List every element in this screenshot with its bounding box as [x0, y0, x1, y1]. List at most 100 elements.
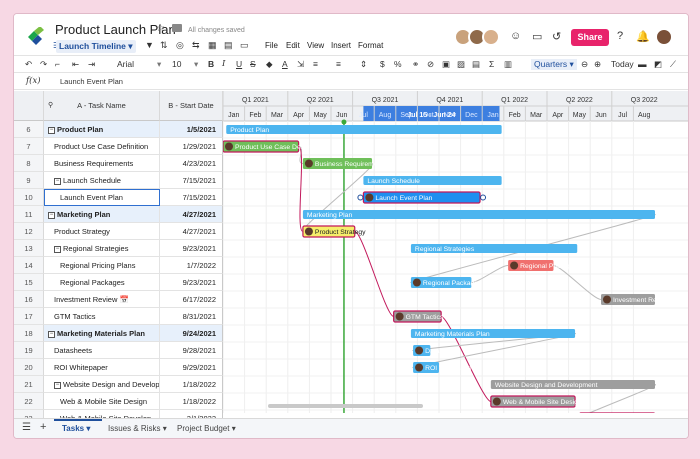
gantt-view-icon[interactable]: ▭	[240, 40, 249, 51]
favorite-star-icon[interactable]: ☆	[156, 23, 165, 34]
task-name-cell[interactable]: − Launch Schedule	[44, 172, 160, 189]
row-number[interactable]: 13	[14, 240, 44, 257]
share-button[interactable]: Share	[571, 29, 609, 46]
start-date-cell[interactable]: 9/23/2021	[160, 274, 223, 291]
row-number[interactable]: 9	[14, 172, 44, 189]
row-number[interactable]: 19	[14, 342, 44, 359]
horizontal-scrollbar[interactable]	[268, 404, 423, 408]
start-date-cell[interactable]: 7/15/2021	[160, 189, 223, 206]
task-name-cell[interactable]: Launch Event Plan	[44, 189, 160, 206]
font-family-select[interactable]: Arial	[117, 59, 134, 69]
column-header-task-name[interactable]: ⚲ A - Task Name	[44, 91, 160, 121]
row-number[interactable]: 12	[14, 223, 44, 240]
strikethrough-icon[interactable]: S	[250, 59, 256, 69]
bold-icon[interactable]: B	[208, 59, 214, 69]
row-number[interactable]: 18	[14, 325, 44, 342]
menu-file[interactable]: File	[265, 41, 278, 50]
fill-color-icon[interactable]: ◆	[266, 59, 273, 70]
italic-icon[interactable]: I	[222, 59, 225, 69]
bar-color-icon[interactable]: ▬	[638, 59, 647, 69]
row-number[interactable]: 14	[14, 257, 44, 274]
outdent-icon[interactable]: ⇥	[88, 59, 95, 70]
start-date-cell[interactable]: 4/27/2021	[160, 206, 223, 223]
task-name-cell[interactable]: Product Use Case Definition	[44, 138, 160, 155]
menu-edit[interactable]: Edit	[286, 41, 300, 50]
menu-insert[interactable]: Insert	[331, 41, 351, 50]
format-painter-icon[interactable]: ⌐	[55, 59, 60, 69]
wrap-text-icon[interactable]: ⇲	[297, 59, 304, 70]
start-date-cell[interactable]: 4/23/2021	[160, 155, 223, 172]
critical-path-icon[interactable]: ⟋	[670, 59, 676, 70]
row-number[interactable]: 15	[14, 274, 44, 291]
align-left-icon[interactable]: ≡	[313, 59, 318, 69]
sheet-list-icon[interactable]: ☰	[22, 422, 31, 433]
start-date-cell[interactable]: 4/27/2021	[160, 223, 223, 240]
start-date-cell[interactable]: 1/18/2022	[160, 376, 223, 393]
sigma-icon[interactable]: Σ	[489, 59, 494, 69]
currency-icon[interactable]: $	[380, 59, 385, 69]
collapse-icon[interactable]: −	[48, 211, 55, 219]
notifications-icon[interactable]: 🔔	[636, 30, 650, 43]
percent-icon[interactable]: %	[394, 59, 402, 69]
zoom-out-icon[interactable]: ⊖	[581, 59, 588, 70]
avatar[interactable]	[482, 28, 500, 46]
start-date-cell[interactable]: 1/7/2022	[160, 257, 223, 274]
task-name-cell[interactable]: Regional Packages	[44, 274, 160, 291]
bot-icon[interactable]: ☺	[510, 30, 521, 42]
indent-icon[interactable]: ⇤	[72, 59, 79, 70]
column-header-start-date[interactable]: B - Start Date	[160, 91, 223, 121]
tab-project-budget[interactable]: Project Budget ▾	[177, 424, 236, 433]
start-date-cell[interactable]: 1/29/2021	[160, 138, 223, 155]
collapse-icon[interactable]: −	[48, 126, 55, 134]
hide-icon[interactable]: ◎	[176, 40, 184, 51]
grid-view-icon[interactable]: ▦	[208, 40, 217, 51]
highlight-icon[interactable]: ▤	[472, 59, 480, 70]
start-date-cell[interactable]: 9/23/2021	[160, 240, 223, 257]
image-icon[interactable]: ▨	[457, 59, 465, 70]
comments-icon[interactable]: ▭	[532, 30, 542, 43]
attachment-icon[interactable]: ⊘	[427, 59, 434, 70]
view-selector[interactable]: Launch Timeline ▾	[56, 40, 136, 53]
menu-format[interactable]: Format	[358, 41, 383, 50]
start-date-cell[interactable]: 1/18/2022	[160, 393, 223, 410]
tab-tasks[interactable]: Tasks ▾	[62, 424, 90, 433]
zoom-in-icon[interactable]: ⊕	[594, 59, 601, 70]
today-button[interactable]: Today	[611, 59, 634, 69]
row-number[interactable]: 17	[14, 308, 44, 325]
timescale-select[interactable]: Quarters ▾	[531, 59, 577, 70]
chevron-down-icon[interactable]: ▾	[157, 59, 161, 70]
collapse-icon[interactable]: −	[54, 177, 61, 185]
start-date-cell[interactable]: 1/5/2021	[160, 121, 223, 138]
task-name-cell[interactable]: Web & Mobile Site Design	[44, 393, 160, 410]
task-name-cell[interactable]: − Regional Strategies	[44, 240, 160, 257]
start-date-cell[interactable]: 9/24/2021	[160, 325, 223, 342]
chevron-down-icon[interactable]: ▾	[194, 59, 198, 70]
help-icon[interactable]: ?	[617, 30, 623, 42]
row-number[interactable]: 8	[14, 155, 44, 172]
task-name-cell[interactable]: − Product Plan	[44, 121, 160, 138]
font-size-select[interactable]: 10	[172, 59, 181, 69]
link-icon[interactable]: ⚭	[412, 59, 419, 70]
task-name-cell[interactable]: − Website Design and Develop	[44, 376, 160, 393]
sort-icon[interactable]: ⇅	[160, 40, 168, 51]
drag-handle[interactable]	[480, 194, 487, 201]
task-name-cell[interactable]: Regional Pricing Plans	[44, 257, 160, 274]
row-number[interactable]: 10	[14, 189, 44, 206]
collapse-icon[interactable]: −	[54, 381, 61, 389]
start-date-cell[interactable]: 9/28/2021	[160, 342, 223, 359]
start-date-cell[interactable]: 7/15/2021	[160, 172, 223, 189]
menu-view[interactable]: View	[307, 41, 324, 50]
task-name-cell[interactable]: GTM Tactics	[44, 308, 160, 325]
drag-handle[interactable]	[357, 194, 364, 201]
formula-input[interactable]: Launch Event Plan	[60, 77, 123, 86]
gantt-settings-icon[interactable]: ◩	[654, 59, 662, 70]
filter-icon[interactable]: ▼	[145, 40, 154, 50]
row-number[interactable]: 7	[14, 138, 44, 155]
card-view-icon[interactable]: ▤	[224, 40, 233, 51]
chart-icon[interactable]: ▥	[504, 59, 512, 70]
task-name-cell[interactable]: − Marketing Materials Plan	[44, 325, 160, 342]
row-number[interactable]: 16	[14, 291, 44, 308]
task-name-cell[interactable]: ROI Whitepaper	[44, 359, 160, 376]
collapse-icon[interactable]: −	[54, 245, 61, 253]
start-date-cell[interactable]: 8/31/2021	[160, 308, 223, 325]
